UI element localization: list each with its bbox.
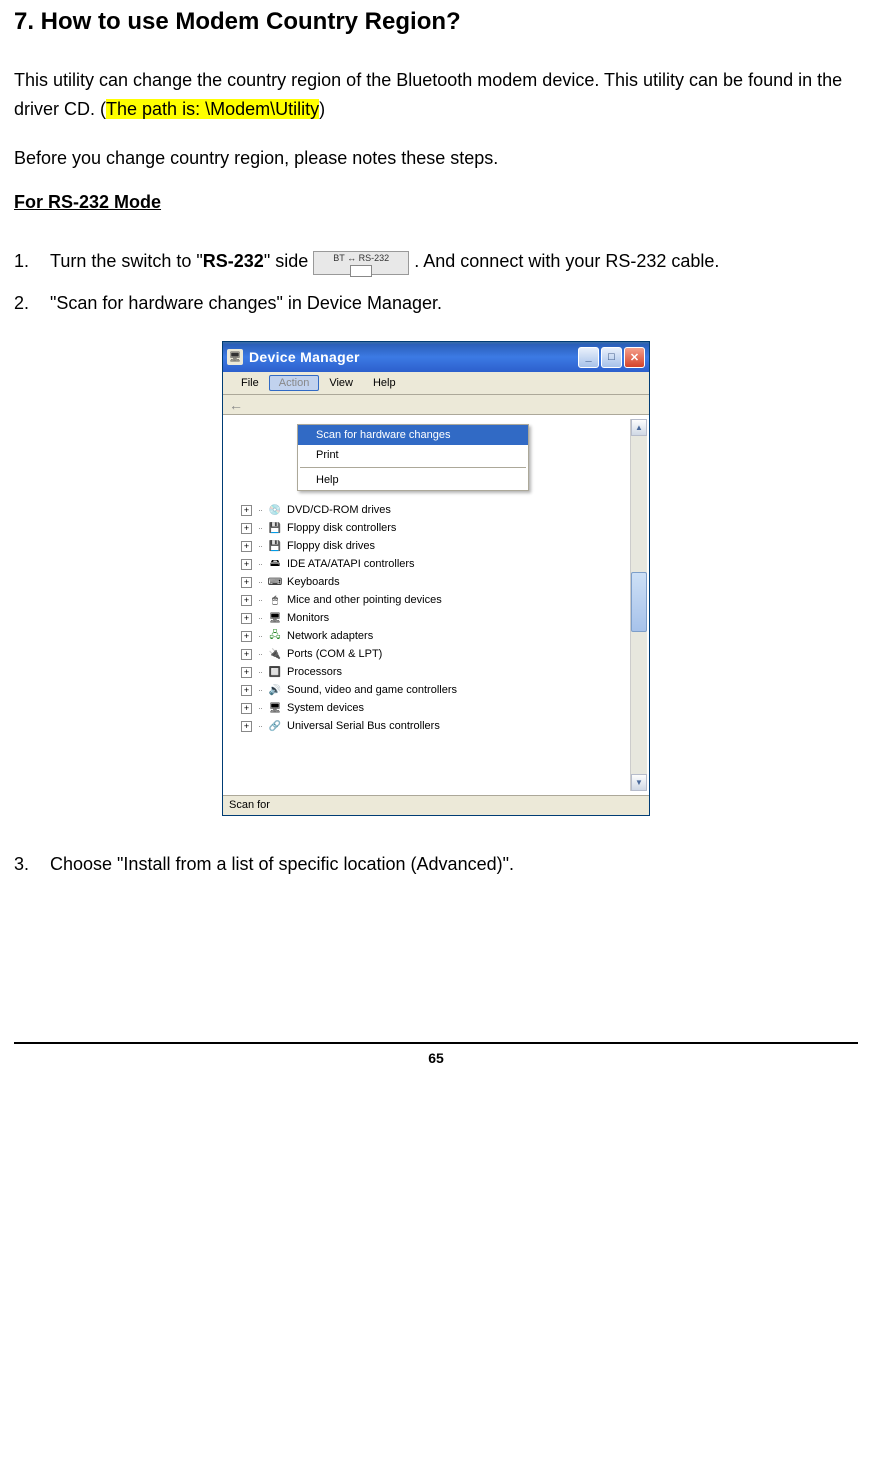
expand-icon[interactable]: + xyxy=(241,631,252,642)
keyboard-icon: ⌨ xyxy=(267,574,283,590)
menu-bar: File Action View Help xyxy=(223,372,649,395)
cdrom-icon: 💿 xyxy=(267,502,283,518)
tree-label: Monitors xyxy=(287,612,329,624)
steps-list: Turn the switch to "RS-232" side BT ↔ RS… xyxy=(14,243,858,321)
usb-icon: 🔗 xyxy=(267,718,283,734)
floppy-controller-icon: 💾 xyxy=(267,520,283,536)
switch-diagram-icon: BT ↔ RS-232 xyxy=(313,251,409,275)
status-bar: Scan for xyxy=(223,795,649,815)
tree-item[interactable]: +··💿DVD/CD-ROM drives xyxy=(227,501,630,519)
menu-view[interactable]: View xyxy=(319,375,363,391)
window-titlebar[interactable]: 🖥 Device Manager _ □ ✕ xyxy=(223,342,649,372)
system-icon: 🖥 xyxy=(267,700,283,716)
tree-label: DVD/CD-ROM drives xyxy=(287,504,391,516)
tree-item[interactable]: +··🔲Processors xyxy=(227,663,630,681)
step1-text-b: " side xyxy=(264,251,313,271)
step-2: "Scan for hardware changes" in Device Ma… xyxy=(14,285,858,321)
tree-item[interactable]: +··🖥System devices xyxy=(227,699,630,717)
tree-label: Mice and other pointing devices xyxy=(287,594,442,606)
tree-item[interactable]: +··🔗Universal Serial Bus controllers xyxy=(227,717,630,735)
ide-icon: 🖴 xyxy=(267,556,283,572)
step-1: Turn the switch to "RS-232" side BT ↔ RS… xyxy=(14,243,858,279)
tree-label: Floppy disk drives xyxy=(287,540,375,552)
step1-text-a: Turn the switch to " xyxy=(50,251,203,271)
expand-icon[interactable]: + xyxy=(241,541,252,552)
menu-file[interactable]: File xyxy=(231,375,269,391)
dropdown-print-item[interactable]: Print xyxy=(298,445,528,465)
tree-label: Sound, video and game controllers xyxy=(287,684,457,696)
monitor-icon: 🖥 xyxy=(267,610,283,626)
expand-icon[interactable]: + xyxy=(241,595,252,606)
switch-label: BT ↔ RS-232 xyxy=(333,253,389,263)
tree-label: Floppy disk controllers xyxy=(287,522,396,534)
tree-item[interactable]: +··🖱Mice and other pointing devices xyxy=(227,591,630,609)
window-title: Device Manager xyxy=(249,349,578,365)
mouse-icon: 🖱 xyxy=(267,592,283,608)
step1-bold: RS-232 xyxy=(203,251,264,271)
expand-icon[interactable]: + xyxy=(241,685,252,696)
vertical-scrollbar[interactable]: ▲ ▼ xyxy=(630,419,647,791)
highlighted-path: The path is: \Modem\Utility xyxy=(106,99,319,119)
scroll-thumb[interactable] xyxy=(631,572,647,632)
back-arrow-icon: ← xyxy=(229,397,243,413)
intro-paragraph-1: This utility can change the country regi… xyxy=(14,66,858,124)
tree-label: Processors xyxy=(287,666,342,678)
steps-list-continued: Choose "Install from a list of specific … xyxy=(14,846,858,882)
tree-item[interactable]: +··🔊Sound, video and game controllers xyxy=(227,681,630,699)
network-icon: 🖧 xyxy=(267,628,283,644)
expand-icon[interactable]: + xyxy=(241,505,252,516)
para1-text-post: ) xyxy=(319,99,325,119)
expand-icon[interactable]: + xyxy=(241,667,252,678)
tree-item[interactable]: +··💾Floppy disk controllers xyxy=(227,519,630,537)
expand-icon[interactable]: + xyxy=(241,559,252,570)
menu-action[interactable]: Action xyxy=(269,375,320,391)
rs232-mode-heading: For RS-232 Mode xyxy=(14,192,858,213)
step-3: Choose "Install from a list of specific … xyxy=(14,846,858,882)
tree-item[interactable]: +··🖥Monitors xyxy=(227,609,630,627)
scroll-track[interactable] xyxy=(631,436,647,774)
processor-icon: 🔲 xyxy=(267,664,283,680)
tree-label: System devices xyxy=(287,702,364,714)
expand-icon[interactable]: + xyxy=(241,577,252,588)
ports-icon: 🔌 xyxy=(267,646,283,662)
page-number: 65 xyxy=(14,1044,858,1066)
expand-icon[interactable]: + xyxy=(241,613,252,624)
tree-item[interactable]: +··🔌Ports (COM & LPT) xyxy=(227,645,630,663)
sound-icon: 🔊 xyxy=(267,682,283,698)
tree-label: IDE ATA/ATAPI controllers xyxy=(287,558,415,570)
tree-label: Keyboards xyxy=(287,576,340,588)
expand-icon[interactable]: + xyxy=(241,721,252,732)
device-manager-window: 🖥 Device Manager _ □ ✕ File Action View … xyxy=(222,341,650,816)
action-dropdown-menu: Scan for hardware changes Print Help xyxy=(297,424,529,491)
close-button[interactable]: ✕ xyxy=(624,347,645,368)
floppy-drive-icon: 💾 xyxy=(267,538,283,554)
step1-text-c: . And connect with your RS-232 cable. xyxy=(414,251,719,271)
maximize-button[interactable]: □ xyxy=(601,347,622,368)
tree-item[interactable]: +··🖴IDE ATA/ATAPI controllers xyxy=(227,555,630,573)
dropdown-scan-item[interactable]: Scan for hardware changes xyxy=(298,425,528,445)
tree-label: Universal Serial Bus controllers xyxy=(287,720,440,732)
intro-paragraph-2: Before you change country region, please… xyxy=(14,144,858,173)
scroll-down-button[interactable]: ▼ xyxy=(631,774,647,791)
tree-item[interactable]: +··💾Floppy disk drives xyxy=(227,537,630,555)
device-manager-screenshot: 🖥 Device Manager _ □ ✕ File Action View … xyxy=(14,341,858,816)
expand-icon[interactable]: + xyxy=(241,703,252,714)
menu-help[interactable]: Help xyxy=(363,375,406,391)
toolbar: ← xyxy=(223,395,649,415)
minimize-button[interactable]: _ xyxy=(578,347,599,368)
dropdown-help-item[interactable]: Help xyxy=(298,470,528,490)
expand-icon[interactable]: + xyxy=(241,649,252,660)
section-heading: 7. How to use Modem Country Region? xyxy=(14,8,858,36)
expand-icon[interactable]: + xyxy=(241,523,252,534)
window-icon: 🖥 xyxy=(227,349,243,365)
tree-item[interactable]: +··⌨Keyboards xyxy=(227,573,630,591)
tree-label: Network adapters xyxy=(287,630,373,642)
tree-label: Ports (COM & LPT) xyxy=(287,648,382,660)
tree-item[interactable]: +··🖧Network adapters xyxy=(227,627,630,645)
scroll-up-button[interactable]: ▲ xyxy=(631,419,647,436)
dropdown-separator xyxy=(300,467,526,468)
